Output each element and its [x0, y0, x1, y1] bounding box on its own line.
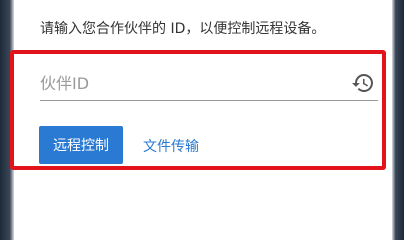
- right-window-edge: [392, 0, 404, 240]
- partner-id-input[interactable]: [40, 70, 330, 96]
- remote-control-button[interactable]: 远程控制: [39, 126, 123, 164]
- instruction-text: 请输入您合作伙伴的 ID，以便控制远程设备。: [40, 21, 326, 37]
- history-icon: [352, 74, 373, 92]
- history-button[interactable]: [350, 70, 376, 96]
- partner-id-field: [40, 66, 378, 101]
- file-transfer-link[interactable]: 文件传输: [143, 136, 199, 156]
